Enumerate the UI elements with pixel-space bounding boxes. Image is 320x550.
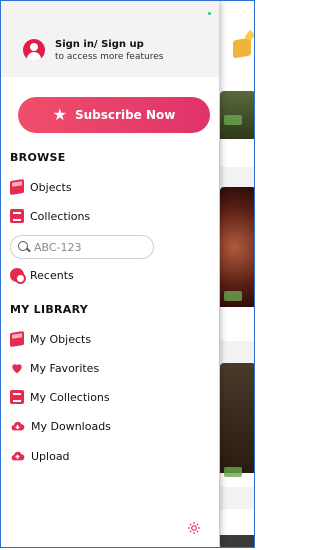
book-icon <box>10 209 24 223</box>
app-frame: Sign in/ Sign up to access more features… <box>0 0 255 548</box>
menu-item-label: Objects <box>30 180 72 194</box>
menu-item-label: My Downloads <box>31 419 111 433</box>
menu-item-upload[interactable]: Upload <box>10 446 70 466</box>
sign-in-subtitle: to access more features <box>55 52 164 62</box>
menu-item-label: My Favorites <box>30 361 100 375</box>
sign-in-title[interactable]: Sign in/ Sign up <box>55 39 144 50</box>
search-input[interactable] <box>34 240 144 254</box>
user-avatar-icon[interactable] <box>23 39 45 61</box>
cube-icon <box>10 331 24 347</box>
status-dot <box>208 12 211 15</box>
settings-gear-icon[interactable] <box>187 521 201 535</box>
menu-item-label: Recents <box>30 268 74 282</box>
background-card[interactable] <box>220 509 254 547</box>
menu-item-my-favorites[interactable]: My Favorites <box>10 358 99 378</box>
cube-icon <box>10 179 24 195</box>
menu-item-my-collections[interactable]: My Collections <box>10 387 110 407</box>
navigation-drawer: Sign in/ Sign up to access more features… <box>1 1 219 547</box>
heart-icon <box>10 361 24 375</box>
menu-item-collections[interactable]: Collections <box>10 206 90 226</box>
account-header[interactable]: Sign in/ Sign up to access more features <box>1 1 219 77</box>
menu-item-label: Upload <box>31 449 70 463</box>
search-field[interactable] <box>10 235 154 259</box>
menu-item-recents[interactable]: Recents <box>10 265 74 285</box>
menu-item-objects[interactable]: Objects <box>10 177 72 197</box>
menu-item-label: Collections <box>30 209 91 223</box>
recents-icon <box>10 268 26 284</box>
book-icon <box>10 390 24 404</box>
background-card[interactable] <box>220 187 254 341</box>
menu-item-my-objects[interactable]: My Objects <box>10 329 91 349</box>
library-heading: MY LIBRARY <box>10 303 89 316</box>
upload-cloud-icon <box>10 450 25 462</box>
background-card[interactable] <box>220 91 254 167</box>
background-card[interactable] <box>220 363 254 487</box>
menu-item-label: My Collections <box>30 390 110 404</box>
star-icon: ★ <box>52 105 67 124</box>
menu-item-label: My Objects <box>30 332 92 346</box>
featured-cube-icon[interactable] <box>233 37 251 59</box>
menu-item-my-downloads[interactable]: My Downloads <box>10 416 111 436</box>
search-icon <box>18 241 30 253</box>
browse-heading: BROWSE <box>10 151 66 164</box>
subscribe-label: Subscribe Now <box>75 108 176 122</box>
download-cloud-icon <box>10 420 25 432</box>
subscribe-button[interactable]: ★ Subscribe Now <box>18 97 210 133</box>
